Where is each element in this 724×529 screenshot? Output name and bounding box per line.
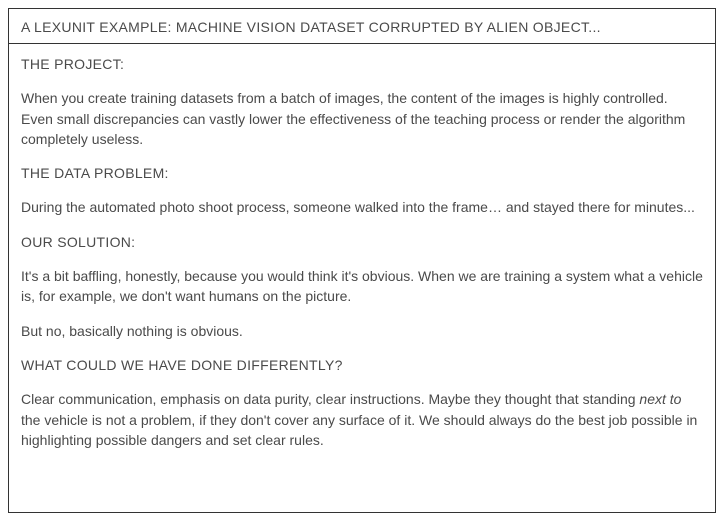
section-body-data-problem: During the automated photo shoot process…: [21, 197, 703, 217]
differently-pre: Clear communication, emphasis on data pu…: [21, 391, 639, 407]
section-body-solution-2: But no, basically nothing is obvious.: [21, 321, 703, 341]
section-label-differently: WHAT COULD WE HAVE DONE DIFFERENTLY?: [21, 355, 703, 375]
differently-emphasis: next to: [639, 391, 681, 407]
section-body-solution-1: It's a bit baffling, honestly, because y…: [21, 266, 703, 307]
section-label-solution: OUR SOLUTION:: [21, 232, 703, 252]
card-body: THE PROJECT: When you create training da…: [9, 44, 715, 476]
differently-post: the vehicle is not a problem, if they do…: [21, 412, 697, 448]
section-body-project: When you create training datasets from a…: [21, 88, 703, 149]
example-card: A LEXUNIT EXAMPLE: MACHINE VISION DATASE…: [8, 8, 716, 513]
section-body-differently: Clear communication, emphasis on data pu…: [21, 389, 703, 450]
card-header: A LEXUNIT EXAMPLE: MACHINE VISION DATASE…: [9, 9, 715, 44]
section-label-data-problem: THE DATA PROBLEM:: [21, 163, 703, 183]
card-title: A LEXUNIT EXAMPLE: MACHINE VISION DATASE…: [21, 19, 601, 35]
section-label-project: THE PROJECT:: [21, 54, 703, 74]
